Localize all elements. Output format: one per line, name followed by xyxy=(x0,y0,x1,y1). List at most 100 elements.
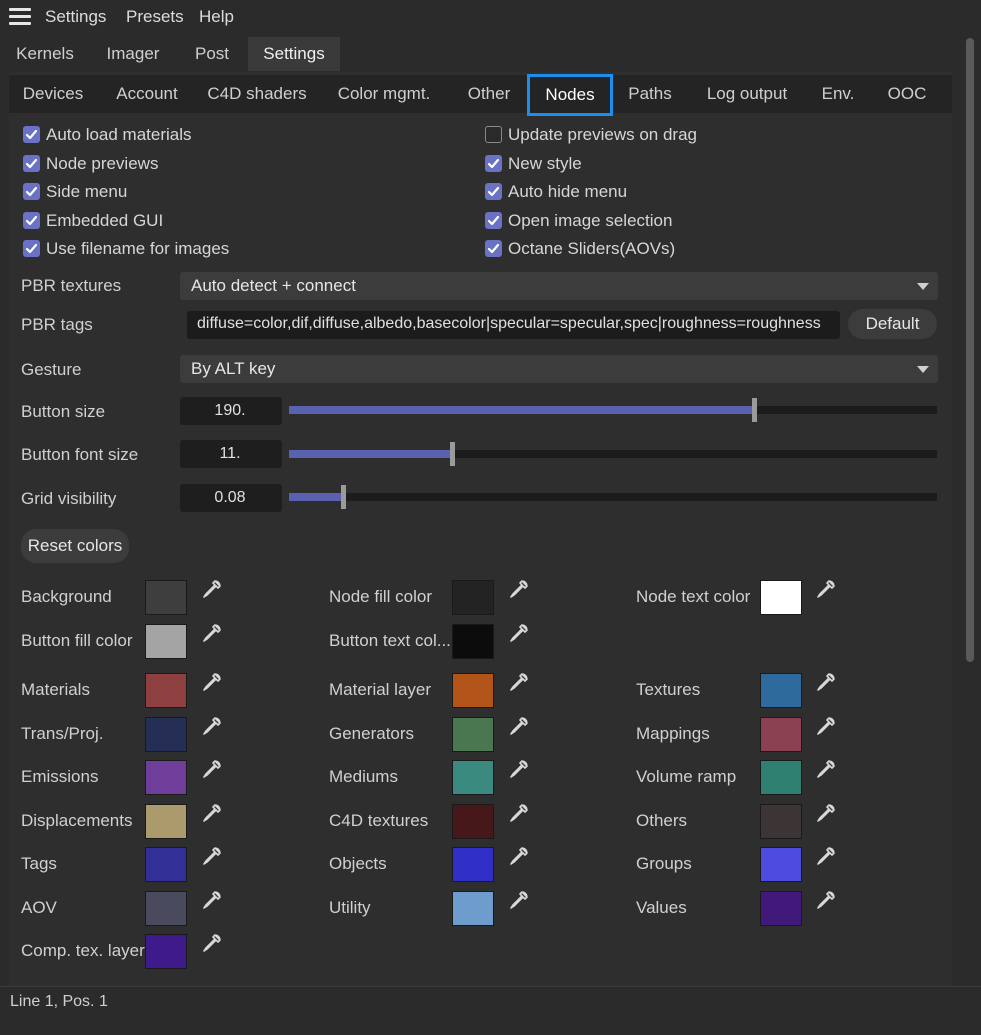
tab-log-output[interactable]: Log output xyxy=(699,75,795,113)
button-font-size-field[interactable]: 11. xyxy=(180,440,282,468)
checkbox-unchecked-icon[interactable] xyxy=(485,126,502,143)
checkbox-label: Use filename for images xyxy=(46,239,230,259)
tab-color-mgmt[interactable]: Color mgmt. xyxy=(334,75,434,113)
checkbox-checked-icon[interactable] xyxy=(23,211,40,229)
tab-ooc[interactable]: OOC xyxy=(881,75,933,113)
color-swatch-c4d-textures[interactable] xyxy=(452,804,494,839)
color-swatch-emissions[interactable] xyxy=(145,760,187,795)
eyedropper-icon[interactable] xyxy=(815,802,837,824)
color-swatch-values[interactable] xyxy=(760,891,802,926)
hamburger-menu-icon[interactable] xyxy=(9,8,31,26)
eyedropper-icon[interactable] xyxy=(201,889,223,911)
tab-devices[interactable]: Devices xyxy=(18,75,88,113)
checkbox-label: Open image selection xyxy=(508,210,673,230)
button-size-slider[interactable] xyxy=(289,398,937,422)
tab-nodes[interactable]: Nodes xyxy=(527,74,613,116)
color-swatch-objects[interactable] xyxy=(452,847,494,882)
eyedropper-icon[interactable] xyxy=(815,578,837,600)
eyedropper-icon[interactable] xyxy=(815,889,837,911)
eyedropper-icon[interactable] xyxy=(815,758,837,780)
color-swatch-generators[interactable] xyxy=(452,717,494,752)
checkbox-label: Update previews on drag xyxy=(508,125,698,144)
eyedropper-icon[interactable] xyxy=(508,671,530,693)
color-swatch-comp-tex-layer[interactable] xyxy=(145,934,187,969)
color-swatch-trans-proj[interactable] xyxy=(145,717,187,752)
checkbox-checked-icon[interactable] xyxy=(23,183,40,201)
color-swatch-material-layer[interactable] xyxy=(452,673,494,708)
color-swatch-mediums[interactable] xyxy=(452,760,494,795)
button-font-size-slider[interactable] xyxy=(289,442,937,466)
tab-imager[interactable]: Imager xyxy=(95,37,171,71)
eyedropper-icon[interactable] xyxy=(815,715,837,737)
checkbox-checked-icon[interactable] xyxy=(23,126,40,143)
color-label-node-fill-color: Node fill color xyxy=(329,587,432,606)
pbr-tags-input[interactable]: diffuse=color,dif,diffuse,albedo,basecol… xyxy=(187,311,840,339)
tab-account[interactable]: Account xyxy=(109,75,185,113)
color-label-trans-proj: Trans/Proj. xyxy=(21,724,104,743)
eyedropper-icon[interactable] xyxy=(201,845,223,867)
color-swatch-background[interactable] xyxy=(145,580,187,615)
eyedropper-icon[interactable] xyxy=(508,758,530,780)
button-font-size-label: Button font size xyxy=(21,445,139,464)
default-button[interactable]: Default xyxy=(848,309,937,339)
checkbox-checked-icon[interactable] xyxy=(23,240,40,258)
tab-other[interactable]: Other xyxy=(461,75,517,113)
color-swatch-node-text-color[interactable] xyxy=(760,580,802,615)
menu-bar: Settings Presets Help xyxy=(0,0,981,33)
pbr-textures-dropdown[interactable]: Auto detect + connect xyxy=(180,272,938,300)
color-swatch-textures[interactable] xyxy=(760,673,802,708)
tab-c4d-shaders[interactable]: C4D shaders xyxy=(206,75,308,113)
color-swatch-mappings[interactable] xyxy=(760,717,802,752)
checkbox-checked-icon[interactable] xyxy=(485,154,502,172)
color-swatch-button-fill-color[interactable] xyxy=(145,624,187,659)
tab-env[interactable]: Env. xyxy=(815,75,861,113)
scrollbar-thumb[interactable] xyxy=(966,38,974,662)
eyedropper-icon[interactable] xyxy=(201,671,223,693)
color-swatch-button-text-col[interactable] xyxy=(452,624,494,659)
menu-help[interactable]: Help xyxy=(199,7,234,27)
eyedropper-icon[interactable] xyxy=(508,715,530,737)
grid-visibility-slider[interactable] xyxy=(289,485,937,509)
eyedropper-icon[interactable] xyxy=(508,578,530,600)
reset-colors-button[interactable]: Reset colors xyxy=(21,529,129,563)
checkbox-label: New style xyxy=(508,153,582,173)
eyedropper-icon[interactable] xyxy=(508,889,530,911)
eyedropper-icon[interactable] xyxy=(508,845,530,867)
tab-paths[interactable]: Paths xyxy=(622,75,678,113)
eyedropper-icon[interactable] xyxy=(201,758,223,780)
color-swatch-utility[interactable] xyxy=(452,891,494,926)
eyedropper-icon[interactable] xyxy=(201,932,223,954)
color-swatch-volume-ramp[interactable] xyxy=(760,760,802,795)
color-swatch-materials[interactable] xyxy=(145,673,187,708)
menu-presets[interactable]: Presets xyxy=(126,7,184,27)
color-swatch-tags[interactable] xyxy=(145,847,187,882)
eyedropper-icon[interactable] xyxy=(815,845,837,867)
color-swatch-displacements[interactable] xyxy=(145,804,187,839)
color-swatch-aov[interactable] xyxy=(145,891,187,926)
checkbox-checked-icon[interactable] xyxy=(485,240,502,258)
tab-settings[interactable]: Settings xyxy=(248,37,340,71)
checkbox-checked-icon[interactable] xyxy=(485,183,502,201)
eyedropper-icon[interactable] xyxy=(201,578,223,600)
eyedropper-icon[interactable] xyxy=(508,622,530,644)
gesture-dropdown[interactable]: By ALT key xyxy=(180,355,938,383)
color-label-utility: Utility xyxy=(329,898,371,917)
grid-visibility-field[interactable]: 0.08 xyxy=(180,484,282,512)
color-swatch-groups[interactable] xyxy=(760,847,802,882)
slider-handle[interactable] xyxy=(341,485,347,509)
eyedropper-icon[interactable] xyxy=(201,802,223,824)
eyedropper-icon[interactable] xyxy=(201,715,223,737)
eyedropper-icon[interactable] xyxy=(815,671,837,693)
slider-handle[interactable] xyxy=(751,398,757,422)
color-swatch-node-fill-color[interactable] xyxy=(452,580,494,615)
tab-kernels[interactable]: Kernels xyxy=(9,37,81,71)
eyedropper-icon[interactable] xyxy=(201,622,223,644)
eyedropper-icon[interactable] xyxy=(508,802,530,824)
menu-settings[interactable]: Settings xyxy=(45,7,106,27)
slider-handle[interactable] xyxy=(450,442,456,466)
color-swatch-others[interactable] xyxy=(760,804,802,839)
button-size-field[interactable]: 190. xyxy=(180,397,282,425)
checkbox-checked-icon[interactable] xyxy=(485,211,502,229)
tab-post[interactable]: Post xyxy=(186,37,238,71)
checkbox-checked-icon[interactable] xyxy=(23,154,40,172)
